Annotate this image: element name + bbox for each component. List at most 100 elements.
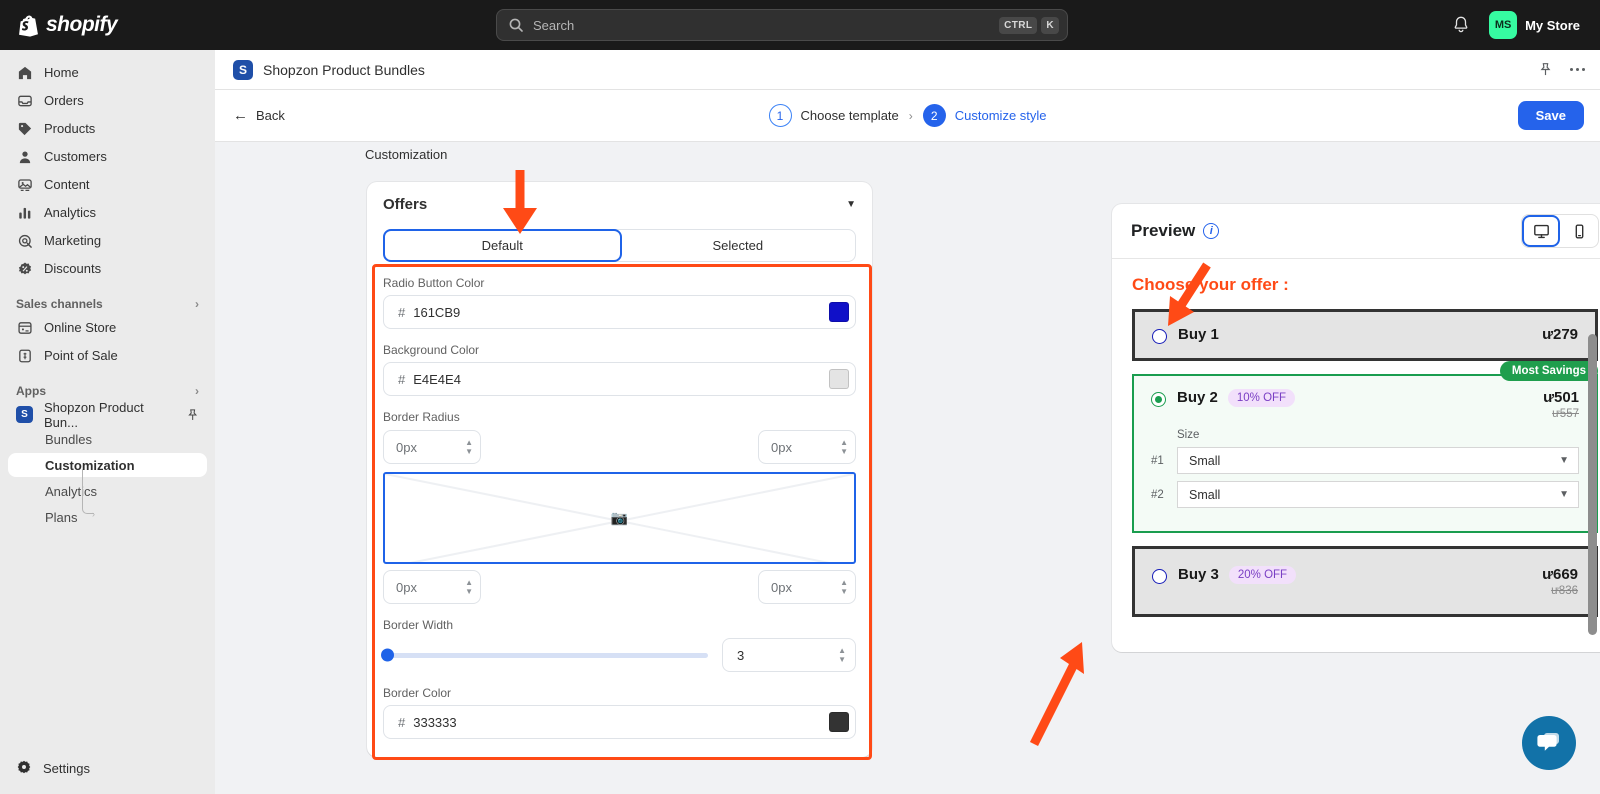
offer-price-column: ư669 ư836 [1542,566,1578,597]
sidebar-item-bundles[interactable]: Bundles [8,427,207,451]
app-header-actions [1538,62,1586,77]
hash-prefix: # [398,714,406,730]
search-placeholder: Search [533,17,575,33]
offer-price: ư501 [1543,389,1579,406]
shopify-wordmark: shopify [46,13,118,36]
variant-value: Small [1189,453,1221,468]
search-shortcut: CTRL K [999,16,1059,34]
chevron-down-icon[interactable]: ▼ [846,199,856,210]
embedded-app-header: S Shopzon Product Bundles [215,50,1600,90]
sidebar-section-apps[interactable]: Apps › [16,384,199,398]
background-color-input[interactable]: # E4E4E4 [383,362,856,396]
vertical-scrollbar[interactable] [1588,334,1597,635]
sidebar-item-label: Products [44,121,96,136]
sidebar-item-discounts[interactable]: Discounts [8,256,207,281]
radio-button-color-label: Radio Button Color [383,276,485,290]
ellipsis-icon[interactable] [1569,67,1586,72]
offer-price: ư669 [1542,566,1578,583]
slider-thumb[interactable] [381,648,394,662]
stepper-icon[interactable]: ▲ ▼ [465,439,473,456]
radio-button[interactable] [1151,392,1166,407]
variant-select-1[interactable]: Small ▼ [1177,447,1579,474]
search-icon [509,18,523,32]
radio-button[interactable] [1152,569,1167,584]
sidebar-item-customers[interactable]: Customers [8,144,207,169]
border-radius-bottom-right-input[interactable]: 0px ▲ ▼ [758,570,856,604]
chevron-right-icon[interactable]: › [195,297,199,311]
color-swatch[interactable] [829,712,849,732]
step-customize-style[interactable]: 2 Customize style [922,104,1047,127]
color-value: 333333 [413,714,457,730]
pin-icon[interactable] [1538,62,1553,77]
sidebar-item-point-of-sale[interactable]: Point of Sale [8,343,207,368]
sidebar-item-analytics[interactable]: Analytics [8,200,207,225]
preview-body: Choose your offer : Buy 1 ư279 Most Savi… [1112,259,1600,652]
chat-widget-button[interactable] [1522,716,1576,770]
sidebar-item-orders[interactable]: Orders [8,88,207,113]
border-radius-bottom-left-input[interactable]: 0px ▲ ▼ [383,570,481,604]
color-value: 161CB9 [413,304,461,320]
border-color-input[interactable]: # 333333 [383,705,856,739]
stepper-icon[interactable]: ▲ ▼ [840,439,848,456]
device-toggle [1521,214,1599,248]
pin-icon[interactable] [186,408,199,422]
sidebar-item-products[interactable]: Products [8,116,207,141]
sidebar-item-online-store[interactable]: Online Store [8,315,207,340]
variant-value: Small [1189,487,1221,502]
gear-icon [16,759,32,778]
topbar-right: MS My Store [1451,0,1588,50]
radio-button-color-input[interactable]: # 161CB9 [383,295,856,329]
border-radius-top-left-input[interactable]: 0px ▲ ▼ [383,430,481,464]
sidebar-section-sales-channels[interactable]: Sales channels › [16,297,199,311]
app-title: Shopzon Product Bundles [263,61,425,78]
sidebar-item-settings[interactable]: Settings [8,754,207,782]
stepper-icon[interactable]: ▲ ▼ [838,647,846,664]
sidebar-item-marketing[interactable]: Marketing [8,228,207,253]
style-state-tabs: Default Selected [383,229,856,262]
sidebar-item-content[interactable]: Content [8,172,207,197]
shopzon-app-icon: S [233,59,253,80]
offer-price: ư279 [1542,326,1578,343]
step-choose-template[interactable]: 1 Choose template [768,104,899,127]
global-search[interactable]: Search CTRL K [496,9,1068,41]
stepper-icon[interactable]: ▲ ▼ [465,579,473,596]
store-switcher[interactable]: MS My Store [1485,7,1588,43]
avatar: MS [1489,11,1518,39]
sidebar-item-label: Orders [44,93,84,108]
color-swatch[interactable] [829,369,849,389]
sidebar-item-label: Marketing [44,233,102,248]
chevron-right-icon[interactable]: › [195,384,199,398]
app-frame: S Shopzon Product Bundles ← Back 1 Choos… [215,50,1600,794]
save-button[interactable]: Save [1517,101,1584,130]
shopzon-app-icon: S [16,406,33,423]
variant-select-2[interactable]: Small ▼ [1177,481,1579,508]
stepper-icon[interactable]: ▲ ▼ [840,579,848,596]
border-radius-bottom-row: 0px ▲ ▼ 0px ▲ ▼ [383,570,856,604]
mobile-view-button[interactable] [1560,215,1598,247]
color-swatch[interactable] [829,302,849,322]
tab-default[interactable]: Default [383,229,622,262]
radio-button[interactable] [1152,329,1167,344]
desktop-view-button[interactable] [1522,215,1560,247]
sidebar-item-label: Customers [44,149,107,164]
border-width-slider[interactable] [381,648,708,662]
shopify-logo[interactable]: shopify [18,13,118,37]
hash-prefix: # [398,304,406,320]
content-scroll-area: Customization Offers ▼ Default Selected … [215,142,1600,794]
offer-card-buy-2[interactable]: Most Savings Buy 2 10% OFF ư501 ư557 Siz… [1132,361,1598,533]
sidebar-item-app-shopzon[interactable]: S Shopzon Product Bun... [8,400,207,430]
home-icon [16,64,33,81]
tab-selected[interactable]: Selected [621,230,856,261]
radius-value: 0px [396,439,417,455]
sidebar-item-plans[interactable]: Plans [8,505,207,529]
border-radius-top-right-input[interactable]: 0px ▲ ▼ [758,430,856,464]
sidebar-item-customization[interactable]: Customization [8,453,207,477]
border-width-input[interactable]: 3 ▲ ▼ [722,638,856,672]
sidebar-item-app-analytics[interactable]: Analytics [8,479,207,503]
back-button[interactable]: ← Back [233,107,285,124]
offer-card-buy-3[interactable]: Buy 3 20% OFF ư669 ư836 [1132,546,1598,617]
sidebar-item-home[interactable]: Home [8,60,207,85]
info-icon[interactable]: i [1203,223,1220,239]
bell-icon[interactable] [1451,15,1471,35]
offer-card-buy-1[interactable]: Buy 1 ư279 [1132,309,1598,361]
